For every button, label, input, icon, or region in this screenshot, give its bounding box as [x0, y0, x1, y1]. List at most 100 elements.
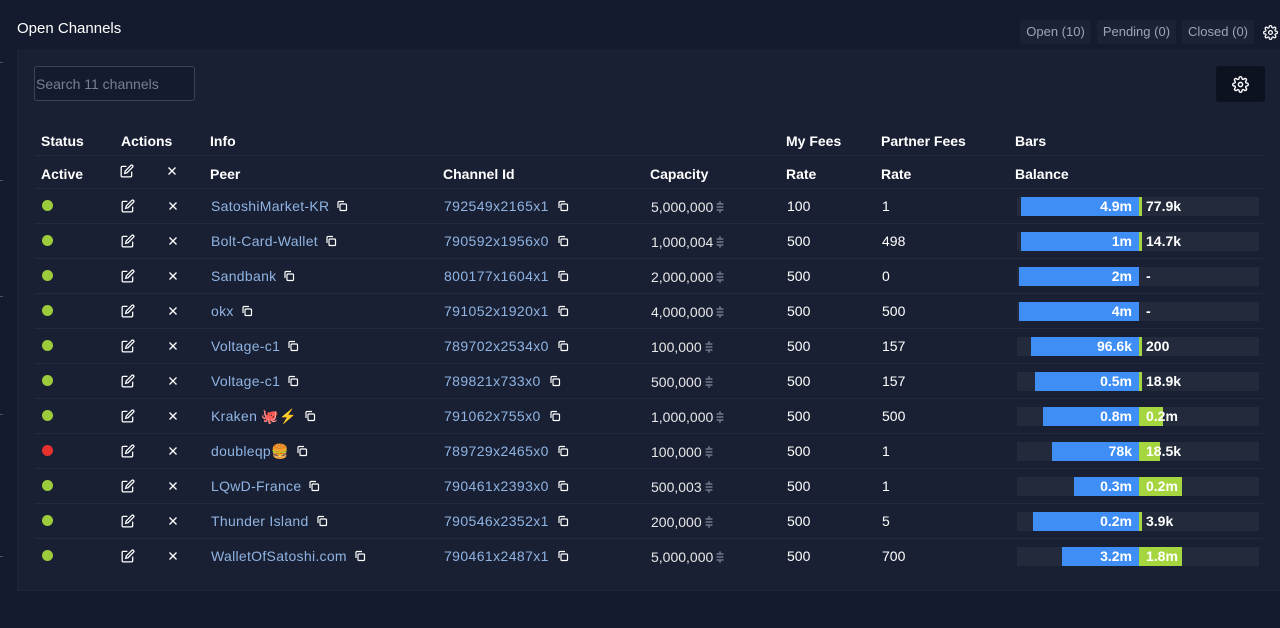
close-icon[interactable] [167, 199, 181, 213]
peer-name[interactable]: Voltage-c1 [211, 338, 280, 354]
channel-id[interactable]: 789729x2465x0 [444, 443, 549, 459]
channel-id[interactable]: 790461x2487x1 [444, 548, 549, 564]
peer-name[interactable]: Thunder Island [211, 513, 309, 529]
remote-balance-label: 200 [1146, 338, 1170, 354]
peer-name[interactable]: WalletOfSatoshi.com [211, 548, 347, 564]
edit-icon[interactable] [121, 479, 135, 493]
edit-icon[interactable] [121, 514, 135, 528]
close-icon[interactable] [167, 234, 181, 248]
copy-icon[interactable] [336, 199, 348, 212]
copy-icon[interactable] [549, 409, 561, 422]
remote-balance-label: 77.9k [1146, 198, 1182, 214]
remote-balance-bar [1139, 337, 1142, 356]
my-fee-rate: 500 [787, 408, 811, 424]
channel-id[interactable]: 791052x1920x1 [444, 303, 549, 319]
gear-icon[interactable] [1260, 20, 1280, 44]
edit-icon[interactable] [121, 304, 135, 318]
channel-id-cell: 789702x2534x0 [444, 338, 569, 354]
copy-icon[interactable] [325, 234, 337, 247]
copy-icon[interactable] [557, 479, 569, 492]
capacity-value: 200,000 [651, 514, 702, 530]
edit-icon[interactable] [121, 444, 135, 458]
copy-icon[interactable] [296, 444, 308, 457]
my-fee-rate: 500 [787, 548, 811, 564]
column-peer: Peer [210, 166, 241, 182]
peer-cell: Voltage-c1 [211, 373, 299, 389]
copy-icon[interactable] [557, 304, 569, 317]
channel-id-cell: 790592x1956x0 [444, 233, 569, 249]
channel-id[interactable]: 790461x2393x0 [444, 478, 549, 494]
channel-id-cell: 792549x2165x1 [444, 198, 569, 214]
peer-name[interactable]: Sandbank [211, 268, 276, 284]
copy-icon[interactable] [557, 234, 569, 247]
close-icon[interactable] [167, 304, 181, 318]
peer-name[interactable]: okx [211, 303, 234, 319]
copy-icon[interactable] [308, 479, 320, 492]
copy-icon[interactable] [557, 444, 569, 457]
table-settings-button[interactable] [1216, 66, 1265, 102]
sats-icon [715, 410, 725, 423]
sats-icon [715, 200, 725, 213]
close-icon[interactable] [167, 339, 181, 353]
peer-name[interactable]: Bolt-Card-Wallet [211, 233, 318, 249]
close-icon[interactable] [167, 409, 181, 423]
peer-name[interactable]: Voltage-c1 [211, 373, 280, 389]
channel-id-cell: 789821x733x0 [444, 373, 561, 389]
copy-icon[interactable] [557, 269, 569, 282]
tab-closed[interactable]: Closed (0) [1182, 20, 1254, 44]
header-my-fees: My Fees [786, 133, 842, 149]
channel-id[interactable]: 800177x1604x1 [444, 268, 549, 284]
copy-icon[interactable] [557, 514, 569, 527]
partner-fee-rate: 1 [882, 198, 890, 214]
copy-icon[interactable] [549, 374, 561, 387]
peer-name[interactable]: SatoshiMarket-KR [211, 198, 329, 214]
copy-icon[interactable] [241, 304, 253, 317]
channel-id[interactable]: 790592x1956x0 [444, 233, 549, 249]
channel-id[interactable]: 789821x733x0 [444, 373, 541, 389]
close-icon[interactable] [167, 269, 181, 283]
peer-name[interactable]: doubleqp🍔 [211, 443, 289, 459]
scroll-tick [0, 556, 3, 557]
edit-icon[interactable] [121, 199, 135, 213]
capacity-cell: 500,000 [651, 374, 714, 390]
close-icon[interactable] [167, 514, 181, 528]
edit-icon[interactable] [121, 409, 135, 423]
peer-cell: LQwD-France [211, 478, 320, 494]
balance-bar: 0.2m 3.9k [1017, 512, 1259, 531]
tab-pending[interactable]: Pending (0) [1096, 20, 1177, 44]
table-row: Voltage-c1 789702x2534x0 100,000 500 157 96.6… [35, 328, 1263, 364]
copy-icon[interactable] [557, 339, 569, 352]
copy-icon[interactable] [283, 269, 295, 282]
copy-icon[interactable] [287, 374, 299, 387]
peer-name[interactable]: LQwD-France [211, 478, 301, 494]
copy-icon[interactable] [304, 409, 316, 422]
remote-balance-bar [1139, 232, 1142, 251]
tab-open[interactable]: Open (10) [1020, 20, 1091, 44]
sats-icon [704, 340, 714, 353]
close-icon[interactable] [167, 549, 181, 563]
column-partner-rate: Rate [881, 166, 912, 182]
edit-icon[interactable] [121, 549, 135, 563]
channel-id[interactable]: 789702x2534x0 [444, 338, 549, 354]
search-input[interactable] [34, 66, 195, 101]
peer-name[interactable]: Kraken 🐙⚡ [211, 408, 297, 424]
copy-icon[interactable] [354, 549, 366, 562]
channel-id[interactable]: 792549x2165x1 [444, 198, 549, 214]
edit-icon[interactable] [121, 269, 135, 283]
close-icon[interactable] [167, 444, 181, 458]
copy-icon[interactable] [557, 199, 569, 212]
remote-balance-label: 0.2m [1146, 408, 1178, 424]
copy-icon[interactable] [316, 514, 328, 527]
close-icon[interactable] [167, 374, 181, 388]
edit-icon[interactable] [121, 374, 135, 388]
channel-id[interactable]: 790546x2352x1 [444, 513, 549, 529]
channel-id[interactable]: 791062x755x0 [444, 408, 541, 424]
copy-icon[interactable] [287, 339, 299, 352]
edit-icon[interactable] [121, 234, 135, 248]
peer-cell: Voltage-c1 [211, 338, 299, 354]
edit-icon[interactable] [121, 339, 135, 353]
copy-icon[interactable] [557, 549, 569, 562]
table-row: Sandbank 800177x1604x1 2,000,000 500 0 2m - [35, 258, 1263, 294]
balance-bar: 0.5m 18.9k [1017, 372, 1259, 391]
close-icon[interactable] [167, 479, 181, 493]
